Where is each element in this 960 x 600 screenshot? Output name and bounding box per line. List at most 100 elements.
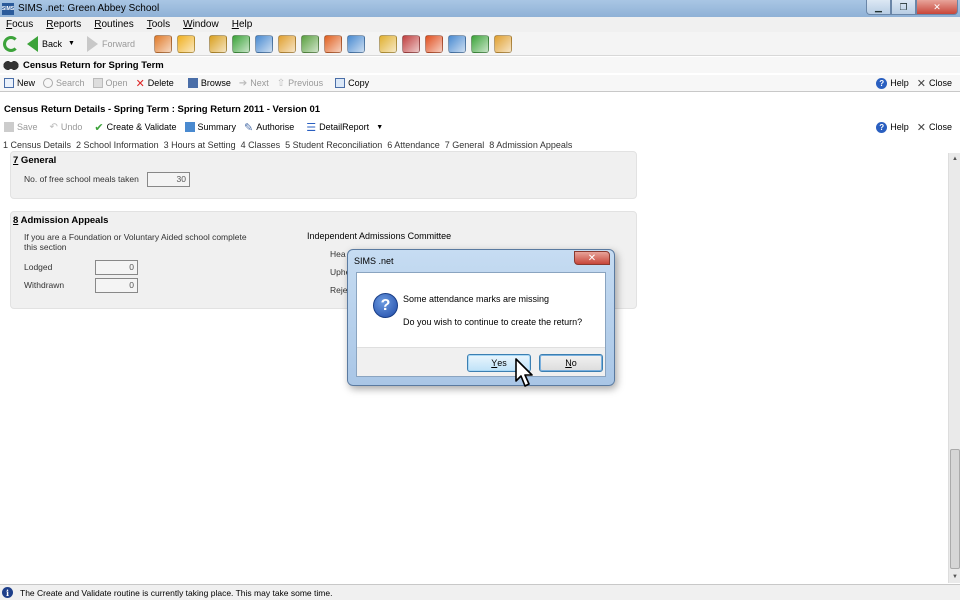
free-meals-field[interactable]: 30	[147, 172, 190, 187]
toolbar-shortcut-icon[interactable]	[254, 34, 273, 53]
toolbar-shortcut-icon[interactable]	[231, 34, 250, 53]
appeals-note: If you are a Foundation or Voluntary Aid…	[24, 232, 247, 252]
detail-report-dropdown-icon[interactable]: ▼	[376, 124, 383, 131]
census-close-button[interactable]: ✕ Close	[917, 77, 952, 90]
mouse-cursor-icon	[515, 358, 533, 387]
help-icon: ?	[876, 121, 888, 133]
toolbar-shortcut-icon[interactable]	[401, 34, 420, 53]
toolbar-shortcut-icon[interactable]	[378, 34, 397, 53]
minimize-button[interactable]: ▁	[866, 0, 891, 15]
section-nav: 1 Census Details 2 School Information 3 …	[0, 138, 960, 152]
undo-button[interactable]: ↶ Undo	[50, 122, 83, 133]
back-button[interactable]: Back	[27, 35, 62, 52]
help-icon: ?	[876, 77, 888, 89]
copy-button[interactable]: Copy	[335, 78, 369, 88]
menu-window[interactable]: Window	[180, 19, 222, 30]
open-button[interactable]: Open	[92, 78, 128, 88]
scroll-up-icon[interactable]: ▲	[949, 153, 960, 165]
dialog-body: ? Some attendance marks are missing Do y…	[356, 272, 606, 377]
no-button[interactable]: No	[539, 354, 603, 372]
heard-label: Hea	[330, 249, 346, 259]
toolbar-shortcut-icon[interactable]	[346, 34, 365, 53]
summary-icon	[184, 122, 195, 132]
check-icon: ✔	[94, 121, 104, 134]
toolbar-shortcut-icon[interactable]	[447, 34, 466, 53]
detail-report-button[interactable]: ☰ DetailReport ▼	[306, 121, 383, 134]
forward-arrow-icon	[86, 35, 98, 52]
create-validate-button[interactable]: ✔ Create & Validate	[94, 121, 176, 134]
delete-icon: ✕	[135, 77, 145, 90]
section-link-general[interactable]: 7 General	[445, 140, 485, 150]
scroll-down-icon[interactable]: ▼	[949, 571, 960, 583]
status-text: The Create and Validate routine is curre…	[20, 587, 333, 598]
section-link-student-reconciliation[interactable]: 5 Student Reconciliation	[285, 140, 382, 150]
section-link-hours-at-setting[interactable]: 3 Hours at Setting	[164, 140, 236, 150]
browse-button[interactable]: Browse	[187, 78, 231, 88]
info-icon: i	[2, 587, 13, 598]
delete-button[interactable]: ✕ Delete	[136, 77, 174, 90]
toolbar-shortcut-icon[interactable]	[153, 34, 172, 53]
new-button[interactable]: New	[4, 78, 35, 88]
toolbar-shortcut-icon[interactable]	[470, 34, 489, 53]
menu-help[interactable]: Help	[229, 19, 256, 30]
close-icon: ✕	[916, 77, 926, 90]
confirm-dialog: SIMS .net ✕ ? Some attendance marks are …	[347, 249, 615, 386]
next-icon: ➔	[238, 77, 248, 89]
section-link-census-details[interactable]: 1 Census Details	[3, 140, 71, 150]
save-button[interactable]: Save	[4, 122, 38, 132]
authorise-icon: ✎	[244, 121, 254, 134]
details-help-button[interactable]: ? Help	[876, 121, 909, 133]
next-button[interactable]: ➔ Next	[239, 78, 269, 89]
menu-tools[interactable]: Tools	[144, 19, 173, 30]
details-header: Census Return Details - Spring Term : Sp…	[0, 101, 960, 117]
close-window-button[interactable]: ✕	[916, 0, 958, 15]
lodged-field[interactable]: 0	[95, 260, 138, 275]
forward-button[interactable]: Forward	[86, 35, 135, 52]
section-link-classes[interactable]: 4 Classes	[241, 140, 281, 150]
section-link-school-information[interactable]: 2 School Information	[76, 140, 159, 150]
dialog-footer: Yes No	[357, 347, 605, 376]
free-meals-label: No. of free school meals taken	[24, 174, 139, 184]
refresh-icon[interactable]	[3, 35, 19, 52]
authorise-button[interactable]: ✎ Authorise	[244, 121, 294, 134]
section-link-admission-appeals[interactable]: 8 Admission Appeals	[489, 140, 572, 150]
scroll-thumb[interactable]	[950, 449, 960, 569]
previous-button[interactable]: ⇧ Previous	[277, 78, 323, 89]
previous-icon: ⇧	[276, 77, 286, 89]
dialog-close-button[interactable]: ✕	[574, 251, 610, 265]
browse-icon	[187, 78, 198, 88]
sims-app-icon: SIMS	[2, 2, 14, 15]
back-arrow-icon	[27, 35, 38, 52]
list-icon: ☰	[306, 121, 317, 134]
summary-button[interactable]: Summary	[184, 122, 236, 132]
section-link-attendance[interactable]: 6 Attendance	[387, 140, 440, 150]
toolbar-shortcut-icon[interactable]	[493, 34, 512, 53]
search-button[interactable]: Search	[43, 78, 85, 88]
menu-reports[interactable]: Reports	[43, 19, 84, 30]
toolbar-shortcut-icon[interactable]	[300, 34, 319, 53]
restore-button[interactable]: ❐	[891, 0, 916, 15]
menu-routines[interactable]: Routines	[91, 19, 136, 30]
toolbar-shortcut-icon[interactable]	[323, 34, 342, 53]
census-command-bar: New Search Open ✕ Delete Browse ➔ Next ⇧ Pr…	[0, 75, 960, 92]
main-toolbar: Back ▼ Forward	[0, 32, 960, 56]
census-return-header: Census Return for Spring Term	[0, 57, 960, 73]
details-title: Census Return Details - Spring Term : Sp…	[4, 103, 321, 115]
undo-icon: ↶	[49, 121, 58, 133]
save-icon	[4, 122, 14, 132]
toolbar-shortcut-icon[interactable]	[277, 34, 296, 53]
vertical-scrollbar[interactable]: ▲ ▼	[948, 153, 960, 583]
binoculars-icon	[3, 59, 19, 71]
toolbar-shortcut-icon[interactable]	[208, 34, 227, 53]
menu-focus[interactable]: Focus	[3, 19, 36, 30]
back-dropdown-icon[interactable]: ▼	[68, 40, 75, 47]
rejected-label: Reje	[330, 285, 348, 295]
census-help-button[interactable]: ? Help	[876, 77, 909, 89]
withdrawn-field[interactable]: 0	[95, 278, 138, 293]
status-bar: i The Create and Validate routine is cur…	[0, 584, 960, 600]
toolbar-shortcut-icon[interactable]	[424, 34, 443, 53]
toolbar-shortcut-icon[interactable]	[176, 34, 195, 53]
withdrawn-label: Withdrawn	[24, 280, 65, 290]
copy-icon	[335, 78, 346, 88]
details-close-button[interactable]: ✕ Close	[917, 121, 952, 134]
